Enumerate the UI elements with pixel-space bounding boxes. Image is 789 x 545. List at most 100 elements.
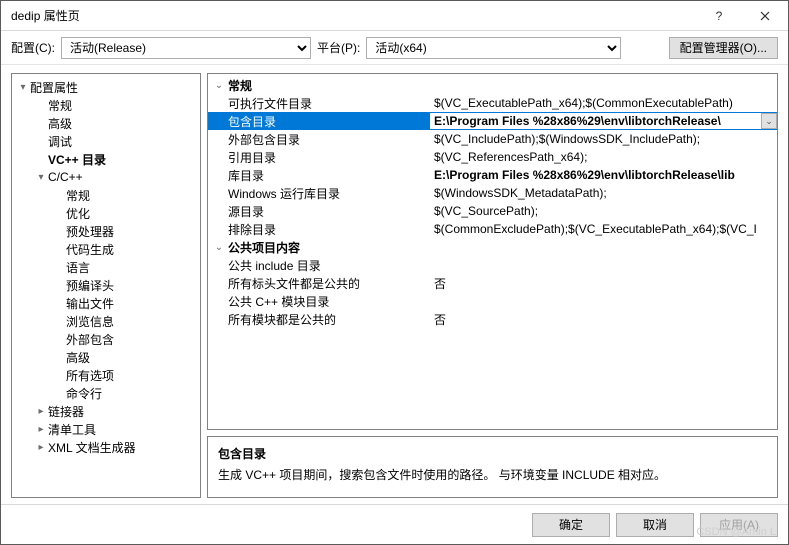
help-button[interactable]: ?: [696, 1, 742, 31]
property-label: 公共 C++ 模块目录: [226, 293, 329, 310]
tree-item[interactable]: 代码生成: [12, 240, 200, 258]
section-label: 常规: [226, 77, 252, 94]
tree-item[interactable]: 所有选项: [12, 366, 200, 384]
tree-item-label: 预编译头: [66, 277, 114, 294]
tree-item[interactable]: 调试: [12, 132, 200, 150]
config-select[interactable]: 活动(Release): [61, 37, 311, 59]
close-button[interactable]: [742, 1, 788, 31]
tree-item-label: 常规: [48, 97, 72, 114]
cancel-button[interactable]: 取消: [616, 513, 694, 537]
footer: 确定 取消 应用(A) CSDN @Amin L: [1, 504, 788, 544]
grid-row[interactable]: 所有标头文件都是公共的否: [208, 274, 777, 292]
grid-row[interactable]: 源目录 $(VC_SourcePath);: [208, 202, 777, 220]
grid-row[interactable]: Windows 运行库目录 $(WindowsSDK_MetadataPath);: [208, 184, 777, 202]
config-manager-button[interactable]: 配置管理器(O)...: [669, 37, 778, 59]
tree-item-label: XML 文档生成器: [48, 439, 136, 456]
collapse-icon: ⌄: [212, 80, 226, 91]
tree-item-label: 清单工具: [48, 421, 96, 438]
property-label: 排除目录: [226, 221, 276, 238]
tree-item-label: VC++ 目录: [48, 151, 106, 168]
property-label: 可执行文件目录: [226, 95, 312, 112]
property-label: 公共 include 目录: [226, 257, 321, 274]
property-value[interactable]: $(VC_ExecutablePath_x64);$(CommonExecuta…: [430, 96, 777, 110]
tree-item[interactable]: 高级: [12, 114, 200, 132]
grid-row[interactable]: 可执行文件目录 $(VC_ExecutablePath_x64);$(Common…: [208, 94, 777, 112]
window-title: dedip 属性页: [11, 7, 696, 24]
tree-item-label: 浏览信息: [66, 313, 114, 330]
nav-tree[interactable]: ▾配置属性常规高级调试VC++ 目录▾C/C++常规优化预处理器代码生成语言预编…: [11, 73, 201, 498]
apply-button[interactable]: 应用(A): [700, 513, 778, 537]
property-value[interactable]: $(WindowsSDK_MetadataPath);: [430, 186, 777, 200]
tree-item-label: 语言: [66, 259, 90, 276]
tree-item-label: 所有选项: [66, 367, 114, 384]
property-value[interactable]: 否: [430, 311, 777, 328]
description-body: 生成 VC++ 项目期间，搜索包含文件时使用的路径。 与环境变量 INCLUDE…: [218, 466, 767, 483]
tree-item-label: 预处理器: [66, 223, 114, 240]
ok-button[interactable]: 确定: [532, 513, 610, 537]
tree-item-label: 代码生成: [66, 241, 114, 258]
tree-item[interactable]: 外部包含: [12, 330, 200, 348]
property-label: Windows 运行库目录: [226, 185, 340, 202]
grid-row[interactable]: 所有模块都是公共的 否: [208, 310, 777, 328]
tree-item-label: 高级: [48, 115, 72, 132]
section-label: 公共项目内容: [226, 239, 300, 256]
tree-item[interactable]: VC++ 目录: [12, 150, 200, 168]
tree-item[interactable]: 优化: [12, 204, 200, 222]
expand-icon: ▾: [34, 172, 48, 183]
grid-section-header[interactable]: ⌄常规: [208, 76, 777, 94]
tree-item[interactable]: ▸XML 文档生成器: [12, 438, 200, 456]
property-value[interactable]: E:\Program Files %28x86%29\env\libtorchR…: [430, 168, 777, 182]
tree-item[interactable]: 语言: [12, 258, 200, 276]
grid-row[interactable]: 引用目录 $(VC_ReferencesPath_x64);: [208, 148, 777, 166]
main-area: ▾配置属性常规高级调试VC++ 目录▾C/C++常规优化预处理器代码生成语言预编…: [1, 65, 788, 504]
property-label: 库目录: [226, 167, 264, 184]
property-value[interactable]: $(VC_SourcePath);: [430, 204, 777, 218]
tree-item-label: 外部包含: [66, 331, 114, 348]
tree-item[interactable]: 常规: [12, 96, 200, 114]
property-label: 引用目录: [226, 149, 276, 166]
tree-item[interactable]: 预编译头: [12, 276, 200, 294]
expand-icon: ▾: [16, 82, 30, 93]
tree-item[interactable]: 预处理器: [12, 222, 200, 240]
grid-row[interactable]: 外部包含目录$(VC_IncludePath);$(WindowsSDK_Inc…: [208, 130, 777, 148]
expand-icon: ▸: [34, 442, 48, 453]
titlebar: dedip 属性页 ?: [1, 1, 788, 31]
tree-item[interactable]: ▸链接器: [12, 402, 200, 420]
property-value[interactable]: E:\Program Files %28x86%29\env\libtorchR…: [430, 113, 777, 129]
grid-section-header[interactable]: ⌄公共项目内容: [208, 238, 777, 256]
collapse-icon: ⌄: [212, 242, 226, 253]
dropdown-icon[interactable]: ⌄: [761, 113, 777, 129]
property-value[interactable]: $(CommonExcludePath);$(VC_ExecutablePath…: [430, 222, 777, 236]
tree-item[interactable]: 高级: [12, 348, 200, 366]
expand-icon: ▸: [34, 406, 48, 417]
tree-item[interactable]: ▸清单工具: [12, 420, 200, 438]
property-label: 源目录: [226, 203, 264, 220]
platform-label: 平台(P):: [317, 39, 360, 56]
tree-item[interactable]: ▾C/C++: [12, 168, 200, 186]
platform-select[interactable]: 活动(x64): [366, 37, 621, 59]
tree-item-label: 链接器: [48, 403, 84, 420]
description-panel: 包含目录 生成 VC++ 项目期间，搜索包含文件时使用的路径。 与环境变量 IN…: [207, 436, 778, 498]
tree-item[interactable]: ▾配置属性: [12, 78, 200, 96]
grid-row[interactable]: 排除目录 $(CommonExcludePath);$(VC_Executable…: [208, 220, 777, 238]
tree-item[interactable]: 输出文件: [12, 294, 200, 312]
property-label: 所有模块都是公共的: [226, 311, 336, 328]
tree-item[interactable]: 浏览信息: [12, 312, 200, 330]
tree-item-label: 优化: [66, 205, 90, 222]
grid-row[interactable]: 库目录 E:\Program Files %28x86%29\env\libtor…: [208, 166, 777, 184]
grid-row[interactable]: 包含目录 E:\Program Files %28x86%29\env\libto…: [208, 112, 777, 130]
grid-row[interactable]: 公共 C++ 模块目录: [208, 292, 777, 310]
tree-item-label: 高级: [66, 349, 90, 366]
tree-item[interactable]: 常规: [12, 186, 200, 204]
close-icon: [760, 11, 770, 21]
tree-item-label: 配置属性: [30, 79, 78, 96]
tree-item-label: 常规: [66, 187, 90, 204]
tree-item[interactable]: 命令行: [12, 384, 200, 402]
grid-row[interactable]: 公共 include 目录: [208, 256, 777, 274]
property-value[interactable]: $(VC_IncludePath);$(WindowsSDK_IncludePa…: [430, 132, 777, 146]
property-value[interactable]: 否: [430, 275, 777, 292]
config-label: 配置(C):: [11, 39, 55, 56]
property-value[interactable]: $(VC_ReferencesPath_x64);: [430, 150, 777, 164]
property-grid[interactable]: ⌄常规可执行文件目录$(VC_ExecutablePath_x64);$(Com…: [207, 73, 778, 430]
property-label: 包含目录: [226, 113, 276, 130]
